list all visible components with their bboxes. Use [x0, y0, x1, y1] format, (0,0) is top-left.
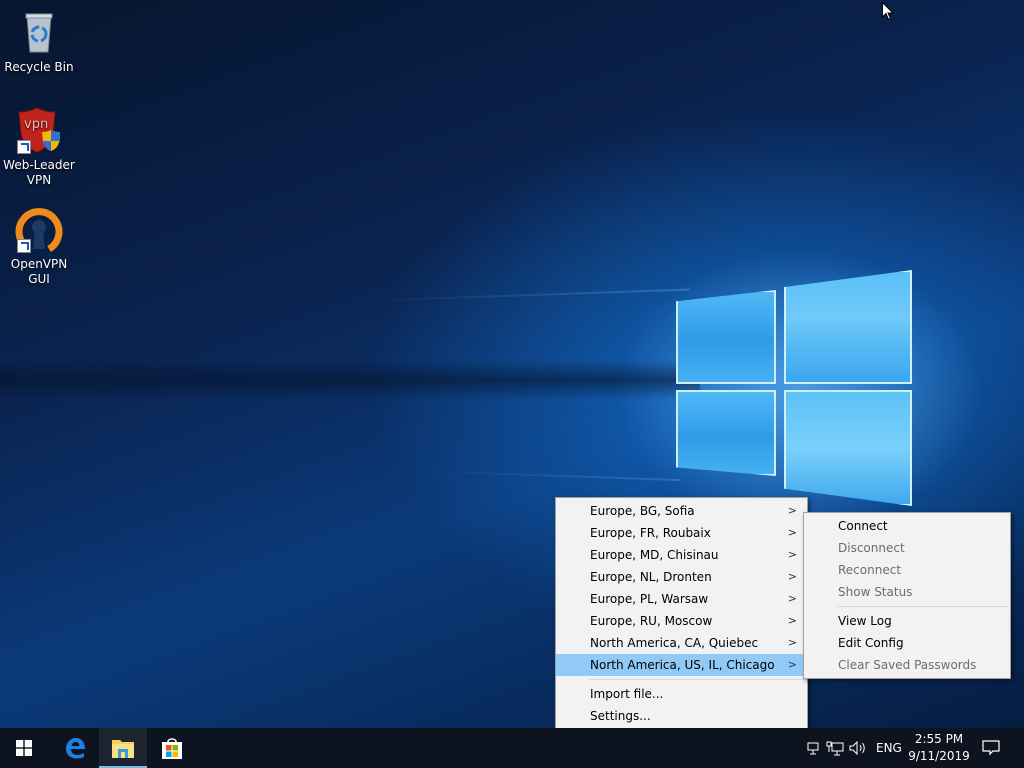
- svg-text:vpn: vpn: [24, 117, 48, 132]
- shortcut-arrow-icon: [17, 239, 31, 253]
- chevron-right-icon: >: [787, 548, 797, 561]
- config-submenu: Connect Disconnect Reconnect Show Status…: [803, 512, 1011, 679]
- submenu-item-disconnect: Disconnect: [804, 537, 1010, 559]
- chevron-right-icon: >: [787, 592, 797, 605]
- menu-item-label: Import file...: [590, 687, 664, 701]
- action-center-button[interactable]: [982, 728, 1000, 768]
- submenu-item-connect[interactable]: Connect: [804, 515, 1010, 537]
- menu-item-config[interactable]: North America, CA, Quiebec >: [556, 632, 807, 654]
- start-button[interactable]: [0, 728, 48, 768]
- submenu-item-show-status: Show Status: [804, 581, 1010, 603]
- desktop-icon-label: Recycle Bin: [4, 60, 74, 74]
- tray-volume-button[interactable]: [849, 728, 867, 768]
- menu-item-label: Show Status: [838, 585, 913, 599]
- desktop-icon-recycle-bin[interactable]: Recycle Bin: [0, 8, 78, 75]
- tray-network-icon-1[interactable]: [806, 728, 820, 768]
- clock-date: 9/11/2019: [908, 749, 970, 763]
- taskbar-store-button[interactable]: [148, 728, 196, 768]
- menu-item-label: Edit Config: [838, 636, 904, 650]
- chevron-right-icon: >: [787, 570, 797, 583]
- menu-item-config[interactable]: Europe, RU, Moscow >: [556, 610, 807, 632]
- menu-item-label: Clear Saved Passwords: [838, 658, 977, 672]
- menu-item-config[interactable]: Europe, FR, Roubaix >: [556, 522, 807, 544]
- desktop-icon-web-leader-vpn[interactable]: vpn Web-Leader VPN: [0, 106, 78, 188]
- wallpaper-logo-pane: [784, 390, 912, 506]
- menu-item-config[interactable]: Europe, NL, Dronten >: [556, 566, 807, 588]
- submenu-item-view-log[interactable]: View Log: [804, 610, 1010, 632]
- taskbar: ENG 2:55 PM 9/11/2019: [0, 728, 1024, 768]
- menu-item-label: Europe, MD, Chisinau: [590, 548, 719, 562]
- wallpaper-logo-pane: [784, 270, 912, 384]
- chevron-right-icon: >: [787, 504, 797, 517]
- edge-browser-icon: [66, 738, 85, 759]
- menu-item-label: Europe, PL, Warsaw: [590, 592, 709, 606]
- wallpaper-logo-pane: [676, 390, 776, 476]
- menu-item-label: North America, CA, Quiebec: [590, 636, 759, 650]
- speaker-volume-icon: [849, 741, 865, 755]
- menu-item-settings[interactable]: Settings...: [556, 705, 807, 727]
- submenu-item-clear-saved-passwords: Clear Saved Passwords: [804, 654, 1010, 676]
- menu-item-label: Europe, FR, Roubaix: [590, 526, 711, 540]
- menu-item-import-file[interactable]: Import file...: [556, 683, 807, 705]
- file-explorer-icon: [112, 740, 134, 758]
- menu-item-config[interactable]: Europe, BG, Sofia >: [556, 500, 807, 522]
- wallpaper-light-band: [0, 360, 700, 400]
- menu-item-config[interactable]: Europe, MD, Chisinau >: [556, 544, 807, 566]
- menu-item-label: North America, US, IL, Chicago: [590, 658, 775, 672]
- windows-start-icon: [16, 740, 32, 756]
- menu-item-label: Connect: [838, 519, 888, 533]
- menu-item-label: Europe, RU, Moscow: [590, 614, 713, 628]
- wallpaper-ray: [359, 288, 690, 302]
- menu-item-label: Europe, NL, Dronten: [590, 570, 712, 584]
- taskbar-edge-button[interactable]: [51, 728, 99, 768]
- tray-clock[interactable]: 2:55 PM 9/11/2019: [906, 731, 972, 765]
- tray-language-indicator[interactable]: ENG: [876, 728, 902, 768]
- clock-time: 2:55 PM: [914, 732, 964, 746]
- wallpaper-ray: [419, 470, 680, 482]
- chevron-right-icon: >: [787, 658, 797, 671]
- menu-separator: [837, 606, 1008, 607]
- menu-item-label: Disconnect: [838, 541, 905, 555]
- submenu-item-edit-config[interactable]: Edit Config: [804, 632, 1010, 654]
- menu-separator: [589, 679, 805, 680]
- taskbar-file-explorer-button[interactable]: [99, 728, 147, 768]
- menu-item-label: Reconnect: [838, 563, 902, 577]
- network-adapter-icon: [807, 742, 819, 755]
- notification-icon: [982, 740, 1000, 756]
- menu-item-config[interactable]: Europe, PL, Warsaw >: [556, 588, 807, 610]
- submenu-item-reconnect: Reconnect: [804, 559, 1010, 581]
- desktop-icon-label: Web-Leader VPN: [3, 158, 75, 187]
- chevron-right-icon: >: [787, 636, 797, 649]
- desktop-icon-label: OpenVPN GUI: [10, 257, 68, 286]
- language-label: ENG: [876, 741, 902, 755]
- microsoft-store-icon: [162, 738, 182, 759]
- openvpn-tray-menu: Europe, BG, Sofia > Europe, FR, Roubaix > …: [555, 497, 808, 752]
- recycle-bin-icon: [15, 8, 63, 56]
- shortcut-arrow-icon: [17, 140, 31, 154]
- desktop-icon-openvpn-gui[interactable]: OpenVPN GUI: [0, 205, 78, 287]
- menu-item-label: Europe, BG, Sofia: [590, 504, 695, 518]
- chevron-right-icon: >: [787, 614, 797, 627]
- menu-item-label: View Log: [838, 614, 892, 628]
- chevron-right-icon: >: [787, 526, 797, 539]
- menu-item-config-highlighted[interactable]: North America, US, IL, Chicago >: [556, 654, 807, 676]
- network-icon: [826, 741, 844, 756]
- tray-network-icon-2[interactable]: [826, 728, 844, 768]
- openvpn-icon: [15, 205, 63, 253]
- menu-item-label: Settings...: [590, 709, 651, 723]
- wallpaper-logo-pane: [676, 290, 776, 384]
- vpn-shield-icon: vpn: [15, 106, 63, 154]
